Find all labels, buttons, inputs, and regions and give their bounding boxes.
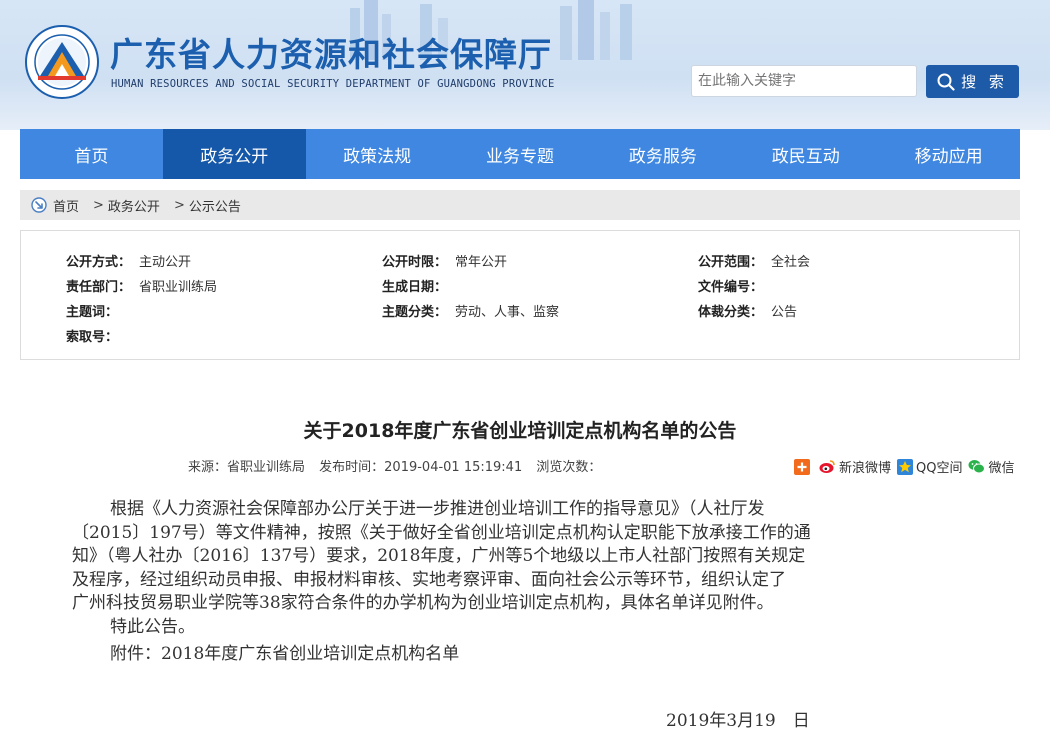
breadcrumb: 首页 > 政务公开 > 公示公告 bbox=[20, 190, 1020, 220]
article-title: 关于2018年度广东省创业培训定点机构名单的公告 bbox=[303, 420, 737, 442]
body-line: 及程序，经过组织动员申报、申报材料审核、实地考察评审、面向社会公示等环节，组织认… bbox=[72, 569, 786, 590]
meta-item-genre: 体裁分类： 公告 bbox=[698, 301, 797, 320]
article-body: 根据《人力资源社会保障部办公厅关于进一步推进创业培训工作的指导意见》（人社厅发 … bbox=[72, 498, 972, 667]
meta-label: 文件编号： bbox=[698, 280, 764, 295]
body-line: 〔2015〕197号）等文件精神，按照《关于做好全省创业培训定点机构认定职能下放… bbox=[72, 522, 811, 543]
meta-item-publicity-method: 公开方式： 主动公开 bbox=[66, 251, 191, 270]
nav-item-home[interactable]: 首页 bbox=[20, 129, 163, 179]
share-bar: 新浪微博 QQ空间 微信 bbox=[794, 457, 1021, 476]
share-weibo-button[interactable]: 新浪微博 bbox=[819, 457, 891, 476]
meta-row: 索取号： bbox=[21, 326, 1019, 346]
meta-item-created-date: 生成日期： bbox=[382, 276, 455, 295]
site-title[interactable]: 广东省人力资源和社会保障厅 bbox=[110, 28, 552, 76]
meta-label: 体裁分类： bbox=[698, 305, 764, 320]
meta-row: 主题词： 主题分类： 劳动、人事、监察 体裁分类： 公告 bbox=[21, 301, 1019, 321]
share-qzone-label: QQ空间 bbox=[916, 461, 963, 476]
meta-item-keywords: 主题词： bbox=[66, 301, 126, 320]
location-icon bbox=[31, 197, 47, 213]
signature-date: 2019年3月19 日 bbox=[666, 711, 810, 731]
article-published: 发布时间：2019-04-01 15:19:41 bbox=[319, 460, 523, 475]
search-button-label: 搜 索 bbox=[961, 73, 1008, 91]
body-line: 广州科技贸易职业学院等38家符合条件的办学机构为创业培训定点机构，具体名单详见附… bbox=[72, 593, 774, 613]
meta-item-publicity-term: 公开时限： 常年公开 bbox=[382, 251, 507, 270]
meta-value: 主动公开 bbox=[139, 255, 192, 270]
article-views: 浏览次数： bbox=[536, 460, 602, 475]
nav-item-mobile[interactable]: 移动应用 bbox=[877, 129, 1020, 179]
nav-item-services[interactable]: 政务服务 bbox=[591, 129, 734, 179]
body-line: 知》（粤人社办〔2016〕137号）要求，2018年度，广州等5个地级以上市人社… bbox=[72, 546, 806, 566]
share-qzone-button[interactable]: QQ空间 bbox=[897, 457, 962, 476]
meta-value: 省职业训练局 bbox=[139, 280, 218, 295]
meta-label: 公开时限： bbox=[382, 255, 448, 270]
article-meta: 来源：省职业训练局 发布时间：2019-04-01 15:19:41 浏览次数： bbox=[188, 456, 611, 475]
document-meta-box: 公开方式： 主动公开 公开时限： 常年公开 公开范围： 全社会 责任部门： 省职业训练局… bbox=[20, 230, 1020, 360]
meta-value: 常年公开 bbox=[455, 255, 508, 270]
meta-label: 主题分类： bbox=[382, 305, 448, 320]
weibo-icon bbox=[819, 460, 835, 473]
breadcrumb-notices[interactable]: 公示公告 bbox=[189, 196, 241, 215]
attachment-line[interactable]: 附件：2018年度广东省创业培训定点机构名单 bbox=[72, 643, 972, 667]
meta-item-index-number: 索取号： bbox=[66, 326, 126, 345]
breadcrumb-gov-affairs[interactable]: 政务公开 bbox=[108, 196, 160, 215]
search-button[interactable]: 搜 索 bbox=[926, 65, 1019, 98]
meta-row: 公开方式： 主动公开 公开时限： 常年公开 公开范围： 全社会 bbox=[21, 251, 1019, 271]
nav-item-topics[interactable]: 业务专题 bbox=[449, 129, 592, 179]
closing-line: 特此公告。 bbox=[110, 616, 195, 637]
breadcrumb-separator: > bbox=[93, 197, 104, 213]
breadcrumb-separator: > bbox=[173, 197, 185, 213]
article-source: 来源：省职业训练局 bbox=[188, 460, 306, 475]
meta-label: 生成日期： bbox=[382, 280, 448, 295]
plus-icon bbox=[794, 458, 810, 475]
share-more-button[interactable] bbox=[794, 458, 813, 475]
share-weibo-label: 新浪微博 bbox=[839, 461, 892, 476]
body-line: 根据《人力资源社会保障部办公厅关于进一步推进创业培训工作的指导意见》（人社厅发 bbox=[110, 499, 765, 519]
meta-value: 公告 bbox=[771, 305, 798, 320]
emblem-logo[interactable] bbox=[24, 24, 100, 100]
meta-item-topic-category: 主题分类： 劳动、人事、监察 bbox=[382, 301, 559, 320]
nav-item-policies[interactable]: 政策法规 bbox=[306, 129, 449, 179]
nav-item-interaction[interactable]: 政民互动 bbox=[734, 129, 877, 179]
meta-item-department: 责任部门： 省职业训练局 bbox=[66, 276, 217, 295]
meta-label: 索取号： bbox=[66, 330, 119, 345]
share-wechat-button[interactable]: 微信 bbox=[968, 457, 1015, 476]
meta-item-publicity-scope: 公开范围： 全社会 bbox=[698, 251, 810, 270]
wechat-icon bbox=[968, 460, 986, 474]
meta-label: 公开方式： bbox=[66, 255, 132, 270]
search-icon bbox=[937, 73, 955, 91]
qzone-icon bbox=[897, 458, 914, 475]
share-wechat-label: 微信 bbox=[988, 461, 1015, 476]
meta-label: 公开范围： bbox=[698, 255, 764, 270]
meta-value: 全社会 bbox=[771, 255, 811, 270]
meta-item-doc-number: 文件编号： bbox=[698, 276, 771, 295]
breadcrumb-home[interactable]: 首页 bbox=[53, 196, 79, 215]
search-input[interactable] bbox=[691, 65, 917, 97]
nav-item-gov-affairs[interactable]: 政务公开 bbox=[162, 129, 306, 179]
meta-row: 责任部门： 省职业训练局 生成日期： 文件编号： bbox=[21, 276, 1019, 296]
meta-label: 主题词： bbox=[66, 305, 119, 320]
meta-value: 劳动、人事、监察 bbox=[455, 305, 560, 320]
main-nav: 首页 政务公开 政策法规 业务专题 政务服务 政民互动 移动应用 bbox=[20, 129, 1020, 179]
meta-label: 责任部门： bbox=[66, 280, 132, 295]
site-subtitle: HUMAN RESOURCES AND SOCIAL SECURITY DEPA… bbox=[111, 78, 555, 90]
site-header: 广东省人力资源和社会保障厅 HUMAN RESOURCES AND SOCIAL… bbox=[0, 0, 1050, 130]
